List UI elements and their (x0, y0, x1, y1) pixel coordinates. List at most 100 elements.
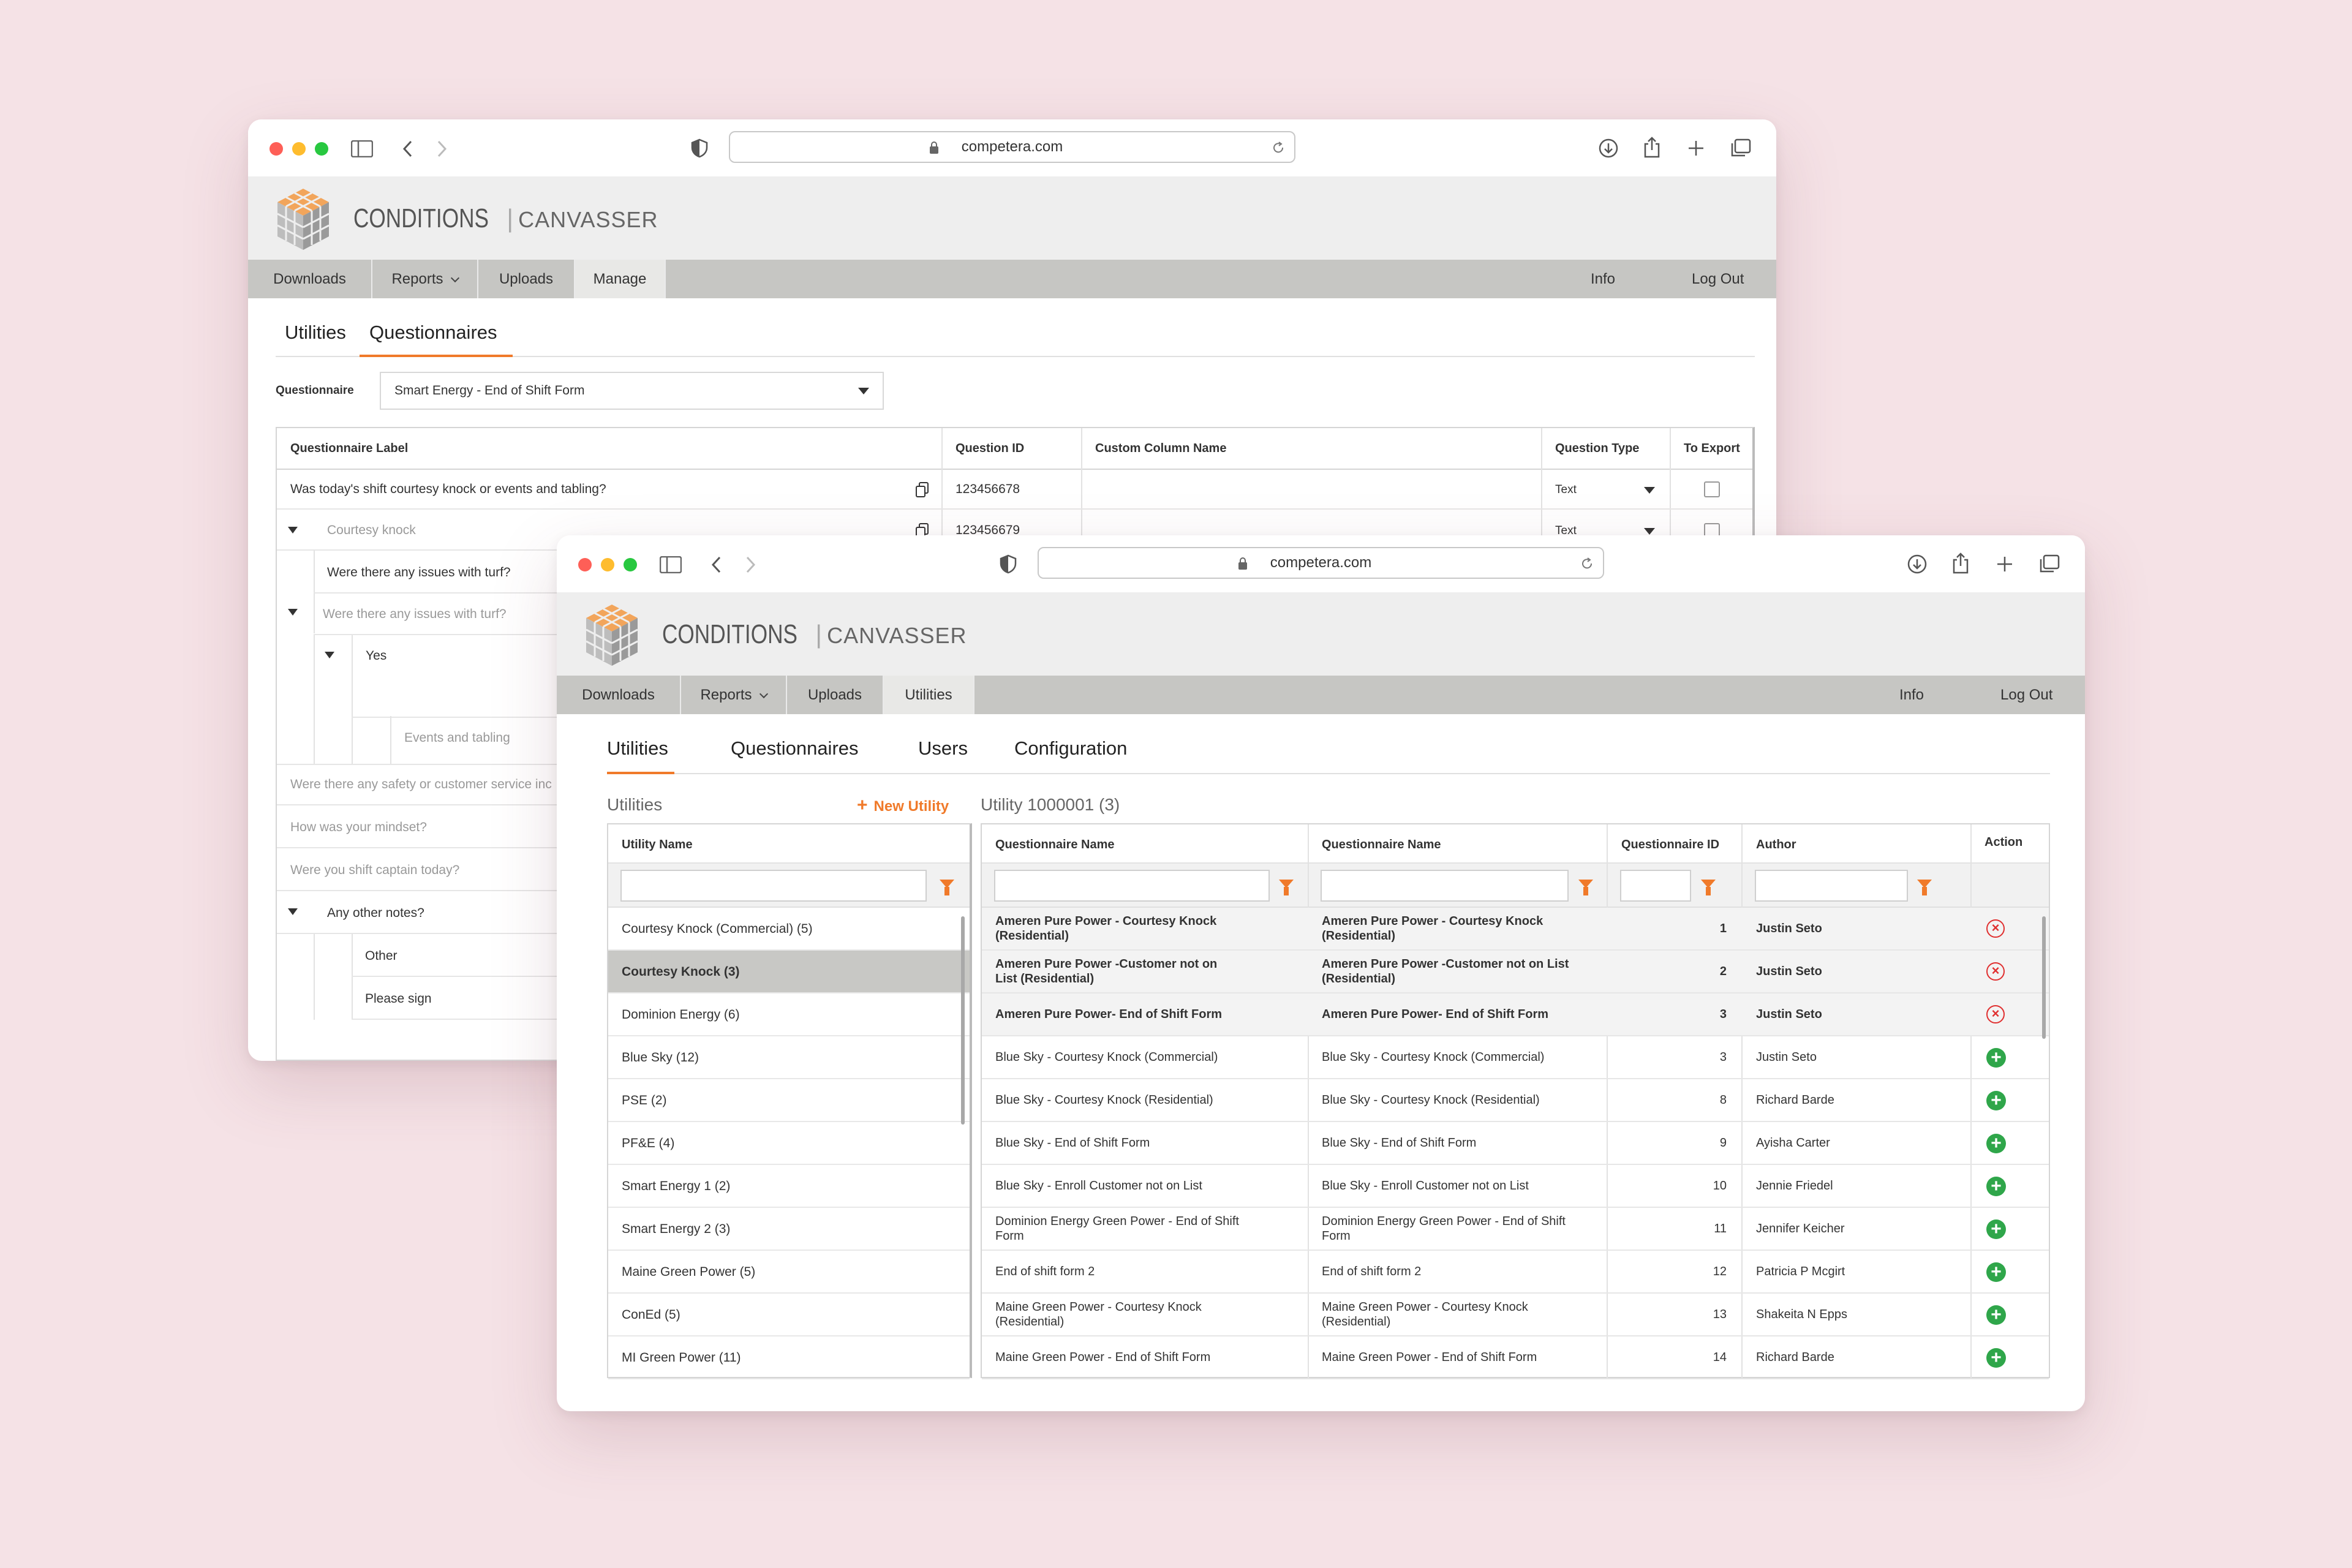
questionnaire-name-2-filter[interactable] (1321, 870, 1569, 902)
add-icon[interactable]: + (1986, 1348, 2006, 1368)
download-icon[interactable] (1598, 138, 1619, 159)
nav-reports[interactable]: Reports (681, 676, 787, 714)
filter-icon[interactable] (1701, 880, 1716, 895)
tree-row[interactable]: Were there any issues with turf? (314, 594, 583, 635)
table-row[interactable]: Ameren Pure Power- End of Shift Form Amer… (982, 993, 2049, 1036)
questionnaire-id-filter[interactable] (1620, 870, 1691, 902)
utility-list-item[interactable]: ConEd (5) (608, 1294, 970, 1336)
download-icon[interactable] (1907, 554, 1928, 575)
add-icon[interactable]: + (1986, 1091, 2006, 1110)
tabs-overview-icon[interactable] (1730, 138, 1751, 158)
filter-icon[interactable] (1578, 880, 1593, 895)
copy-icon[interactable] (916, 482, 929, 498)
add-icon[interactable]: + (1986, 1262, 2006, 1282)
forward-icon[interactable] (436, 140, 448, 158)
close-window-button[interactable] (578, 558, 592, 571)
nav-manage[interactable]: Manage (575, 260, 666, 298)
sidebar-icon[interactable] (351, 140, 373, 157)
utility-list-item[interactable]: Courtesy Knock (3) (608, 951, 970, 993)
tree-row[interactable]: Were there any issues with turf? (314, 551, 583, 594)
close-window-button[interactable] (270, 142, 283, 156)
reload-icon[interactable] (1271, 140, 1286, 155)
tree-row[interactable]: Other (352, 934, 583, 977)
utility-list-item[interactable]: PF&E (4) (608, 1122, 970, 1165)
filter-icon[interactable] (940, 880, 954, 895)
forward-icon[interactable] (745, 556, 757, 574)
add-icon[interactable]: + (1986, 1219, 2006, 1239)
dropdown-arrow-icon[interactable] (1644, 487, 1655, 494)
table-row[interactable]: Ameren Pure Power - Courtesy Knock (Resi… (982, 908, 2049, 951)
author-filter[interactable] (1755, 870, 1908, 902)
utility-list-item[interactable]: Smart Energy 2 (3) (608, 1208, 970, 1251)
utility-list-item[interactable]: Maine Green Power (5) (608, 1251, 970, 1294)
add-icon[interactable]: + (1986, 1048, 2006, 1068)
share-icon[interactable] (1643, 137, 1661, 159)
table-row[interactable]: Maine Green Power - Courtesy Knock (Resi… (982, 1294, 2049, 1336)
utility-list-item[interactable]: Blue Sky (12) (608, 1036, 970, 1079)
scrollbar[interactable] (2042, 916, 2046, 1039)
scrollbar[interactable] (961, 916, 965, 1125)
tree-row[interactable]: Please sign (352, 977, 583, 1020)
new-tab-icon[interactable] (1687, 140, 1705, 157)
new-tab-icon[interactable] (1996, 556, 2013, 573)
utility-list-item[interactable]: Courtesy Knock (Commercial) (5) (608, 908, 970, 951)
dropdown-arrow-icon[interactable] (1644, 528, 1655, 535)
table-row[interactable]: End of shift form 2 End of shift form 2 Pa… (982, 1251, 2049, 1294)
tabs-overview-icon[interactable] (2039, 554, 2060, 574)
utility-list-item[interactable]: Dominion Energy (6) (608, 993, 970, 1036)
sidebar-icon[interactable] (660, 556, 682, 573)
tab-configuration[interactable]: Configuration (1014, 737, 1127, 760)
questionnaire-select[interactable]: Smart Energy - End of Shift Form (380, 372, 884, 410)
zoom-window-button[interactable] (315, 142, 328, 156)
row-question-type[interactable]: Text (1555, 483, 1577, 497)
address-bar[interactable]: competera.com (1038, 547, 1604, 579)
nav-logout[interactable]: Log Out (1692, 260, 1744, 298)
nav-info[interactable]: Info (1591, 260, 1615, 298)
questionnaire-name-filter[interactable] (994, 870, 1270, 902)
filter-icon[interactable] (1917, 880, 1932, 895)
nav-utilities[interactable]: Utilities (884, 676, 974, 714)
utility-filter-input[interactable] (620, 870, 927, 902)
expand-toggle-icon[interactable] (288, 609, 298, 616)
utility-list-item[interactable]: Smart Energy 1 (2) (608, 1165, 970, 1208)
share-icon[interactable] (1951, 552, 1970, 575)
utility-list-item[interactable]: MI Green Power (11) (608, 1336, 970, 1379)
table-row[interactable]: Dominion Energy Green Power - End of Shi… (982, 1208, 2049, 1251)
new-utility-button[interactable]: + New Utility (857, 795, 949, 816)
nav-downloads[interactable]: Downloads (557, 676, 681, 714)
expand-toggle-icon[interactable] (288, 527, 298, 533)
table-row[interactable]: Blue Sky - End of Shift Form Blue Sky - E… (982, 1122, 2049, 1165)
utility-list-item[interactable]: PSE (2) (608, 1079, 970, 1122)
privacy-shield-icon[interactable] (999, 554, 1017, 574)
nav-uploads[interactable]: Uploads (478, 260, 575, 298)
table-row[interactable]: Blue Sky - Courtesy Knock (Residential) B… (982, 1079, 2049, 1122)
tab-utilities[interactable]: Utilities (285, 322, 346, 344)
remove-icon[interactable]: × (1986, 962, 2005, 981)
remove-icon[interactable]: × (1986, 919, 2005, 938)
add-icon[interactable]: + (1986, 1134, 2006, 1153)
table-row[interactable]: Ameren Pure Power -Customer not on List … (982, 951, 2049, 993)
export-checkbox[interactable] (1704, 481, 1720, 497)
table-row[interactable]: Maine Green Power - End of Shift Form Mai… (982, 1336, 2049, 1379)
nav-downloads[interactable]: Downloads (248, 260, 372, 298)
add-icon[interactable]: + (1986, 1305, 2006, 1325)
nav-logout[interactable]: Log Out (2000, 676, 2052, 714)
minimize-window-button[interactable] (292, 142, 306, 156)
expand-toggle-icon[interactable] (288, 908, 298, 915)
back-icon[interactable] (401, 140, 413, 158)
nav-reports[interactable]: Reports (372, 260, 478, 298)
table-row[interactable]: Blue Sky - Courtesy Knock (Commercial) Bl… (982, 1036, 2049, 1079)
expand-toggle-icon[interactable] (325, 652, 334, 658)
privacy-shield-icon[interactable] (690, 138, 709, 158)
nav-info[interactable]: Info (1899, 676, 1924, 714)
add-icon[interactable]: + (1986, 1177, 2006, 1196)
minimize-window-button[interactable] (601, 558, 614, 571)
reload-icon[interactable] (1580, 556, 1594, 571)
nav-uploads[interactable]: Uploads (787, 676, 884, 714)
remove-icon[interactable]: × (1986, 1005, 2005, 1023)
table-row[interactable]: Blue Sky - Enroll Customer not on List Bl… (982, 1165, 2049, 1208)
table-row[interactable]: Was today's shift courtesy knock or even… (277, 470, 1752, 510)
back-icon[interactable] (710, 556, 722, 574)
tab-users[interactable]: Users (918, 737, 968, 760)
address-bar[interactable]: competera.com (729, 131, 1295, 163)
